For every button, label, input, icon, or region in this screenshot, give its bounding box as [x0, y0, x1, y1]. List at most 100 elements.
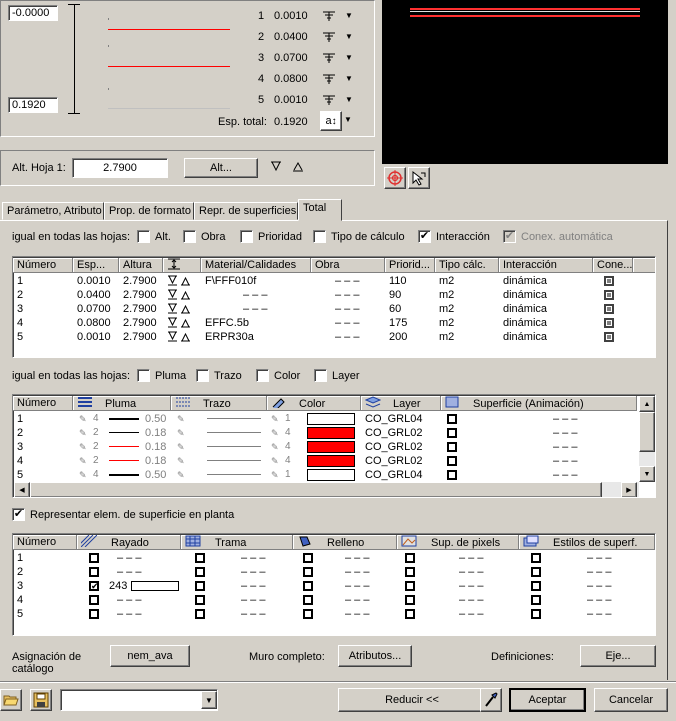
table2-row-surface-checkbox[interactable] [447, 456, 457, 466]
table2-row-layer[interactable]: CO_GRL02 [365, 454, 422, 468]
table2-row-surface[interactable]: – – – [553, 468, 577, 482]
table2-row-surface[interactable]: – – – [553, 454, 577, 468]
table2-line-pencil-icon[interactable]: ✎ [177, 440, 185, 454]
save-button[interactable] [30, 689, 52, 711]
table1-row-tipo[interactable]: m2 [439, 302, 454, 316]
table2-pen-pencil-icon[interactable]: ✎ [79, 454, 87, 468]
table3-row-number[interactable]: 1 [17, 551, 23, 565]
table2-pen-pencil-icon[interactable]: ✎ [79, 412, 87, 426]
muro-button[interactable]: Atributos... [338, 645, 412, 667]
table2-scroll-thumb[interactable] [639, 412, 655, 452]
table3-row-pixel-checkbox[interactable] [405, 553, 415, 563]
table1-row-interaccion[interactable]: dinámica [503, 274, 547, 288]
table1-row-prioridad[interactable]: 60 [389, 302, 401, 316]
table1-row-obra[interactable]: – – – [335, 274, 359, 288]
table1-row-tipo[interactable]: m2 [439, 316, 454, 330]
pick-button[interactable] [480, 688, 502, 712]
table1-row-obra[interactable]: – – – [335, 330, 359, 344]
table1-header[interactable]: Tipo cálc. [435, 258, 499, 273]
table2-color-pencil-icon[interactable]: ✎ [271, 426, 279, 440]
table1-row-interaccion[interactable]: dinámica [503, 316, 547, 330]
table2-row-surface-checkbox[interactable] [447, 428, 457, 438]
table3-row-pixel[interactable]: – – – [459, 565, 483, 579]
table1-row-alt[interactable]: 2.7900 [123, 316, 157, 330]
table2-row-number[interactable]: 2 [17, 426, 23, 440]
tab-total[interactable]: Total [298, 199, 342, 221]
table1-header[interactable]: Obra [311, 258, 385, 273]
filter-checkbox-tipo-de-c-lculo[interactable] [313, 230, 326, 243]
table3-row-relleno-checkbox[interactable] [303, 581, 313, 591]
filter-checkbox-conex-autom-tica[interactable]: ✔ [503, 230, 516, 243]
table3-header[interactable]: Rayado [77, 535, 181, 550]
table3-row-style-checkbox[interactable] [531, 553, 541, 563]
table3-row-pixel-checkbox[interactable] [405, 581, 415, 591]
table3-row-hatch[interactable]: – – – [117, 565, 141, 579]
table1-row-esp[interactable]: 0.0400 [77, 288, 111, 302]
scroll-down-icon[interactable]: ▼ [639, 466, 655, 482]
table1-row-tipo[interactable]: m2 [439, 274, 454, 288]
target-icon-button[interactable] [384, 167, 406, 189]
table3-row-hatch-checkbox[interactable] [89, 609, 99, 619]
tab-par-metro-atributo[interactable]: Parámetro, Atributo [2, 202, 104, 220]
table2-row-surface[interactable]: – – – [553, 440, 577, 454]
table1-row-esp[interactable]: 0.0010 [77, 330, 111, 344]
table2-pen-pencil-icon[interactable]: ✎ [79, 440, 87, 454]
table3-row-style[interactable]: – – – [587, 593, 611, 607]
table1-header[interactable]: Cone... [593, 258, 633, 273]
table1-row-material[interactable]: EFFC.5b [205, 316, 249, 330]
table2-row-surface-checkbox[interactable] [447, 470, 457, 480]
table1-row-material[interactable]: – – – [243, 288, 267, 302]
table3-row-trama-checkbox[interactable] [195, 595, 205, 605]
table1-row-number[interactable]: 3 [17, 302, 23, 316]
filter-checkbox-interacci-n[interactable]: ✔ [418, 230, 431, 243]
table3-row-trama-checkbox[interactable] [195, 609, 205, 619]
table3-row-number[interactable]: 5 [17, 607, 23, 621]
table1-row-material[interactable]: F\FFF010f [205, 274, 256, 288]
table2-row-number[interactable]: 3 [17, 440, 23, 454]
table3-row-relleno[interactable]: – – – [345, 565, 369, 579]
table1-row-number[interactable]: 5 [17, 330, 23, 344]
table1-row-conex-checkbox[interactable] [604, 332, 614, 342]
table1-row-conex-checkbox[interactable] [604, 318, 614, 328]
table1-row-alt[interactable]: 2.7900 [123, 288, 157, 302]
surface-table[interactable]: Número Rayado Trama Relleno Sup. de pixels Es… [12, 533, 656, 636]
table3-row-style-checkbox[interactable] [531, 595, 541, 605]
table3-row-relleno-checkbox[interactable] [303, 595, 313, 605]
table1-row-interaccion[interactable]: dinámica [503, 330, 547, 344]
table1-row-tipo[interactable]: m2 [439, 330, 454, 344]
table2-color-swatch[interactable] [307, 469, 355, 481]
catalog-button[interactable]: nem_ava [110, 645, 190, 667]
table3-row-pixel[interactable]: – – – [459, 607, 483, 621]
table1-row-obra[interactable]: – – – [335, 316, 359, 330]
cursor-icon-button[interactable] [408, 167, 430, 189]
table3-row-number[interactable]: 4 [17, 593, 23, 607]
table3-header[interactable]: Trama [181, 535, 293, 550]
table2-line-pencil-icon[interactable]: ✎ [177, 426, 185, 440]
scroll-right-icon[interactable]: ▶ [621, 482, 637, 497]
table1-header[interactable]: Número [13, 258, 73, 273]
table2-header[interactable]: Color [267, 396, 361, 411]
table3-row-hatch-checkbox[interactable]: ✔ [89, 581, 99, 591]
table2-color-pencil-icon[interactable]: ✎ [271, 468, 279, 482]
table3-row-style-checkbox[interactable] [531, 581, 541, 591]
table3-row-style-checkbox[interactable] [531, 609, 541, 619]
table2-row-pen[interactable]: 0.50 [145, 412, 166, 426]
table1-row-tipo[interactable]: m2 [439, 288, 454, 302]
table2-color-pencil-icon[interactable]: ✎ [271, 454, 279, 468]
table3-row-style[interactable]: – – – [587, 565, 611, 579]
height-field[interactable]: 2.7900 [72, 158, 168, 178]
layer-anchor-icon[interactable] [322, 31, 336, 46]
filter-checkbox-trazo[interactable] [196, 369, 209, 382]
table2-header[interactable]: Superficie (Animación) [441, 396, 637, 411]
table2-row-surface[interactable]: – – – [553, 412, 577, 426]
table2-pen-pencil-icon[interactable]: ✎ [79, 426, 87, 440]
filter-checkbox-layer[interactable] [314, 369, 327, 382]
table3-row-trama[interactable]: – – – [241, 593, 265, 607]
table1-row-prioridad[interactable]: 175 [389, 316, 407, 330]
table2-row-layer[interactable]: CO_GRL04 [365, 412, 422, 426]
table1-row-prioridad[interactable]: 200 [389, 330, 407, 344]
layer-anchor-icon[interactable] [322, 94, 336, 109]
table1-row-number[interactable]: 4 [17, 316, 23, 330]
filter-checkbox-pluma[interactable] [137, 369, 150, 382]
table2-color-swatch[interactable] [307, 413, 355, 425]
